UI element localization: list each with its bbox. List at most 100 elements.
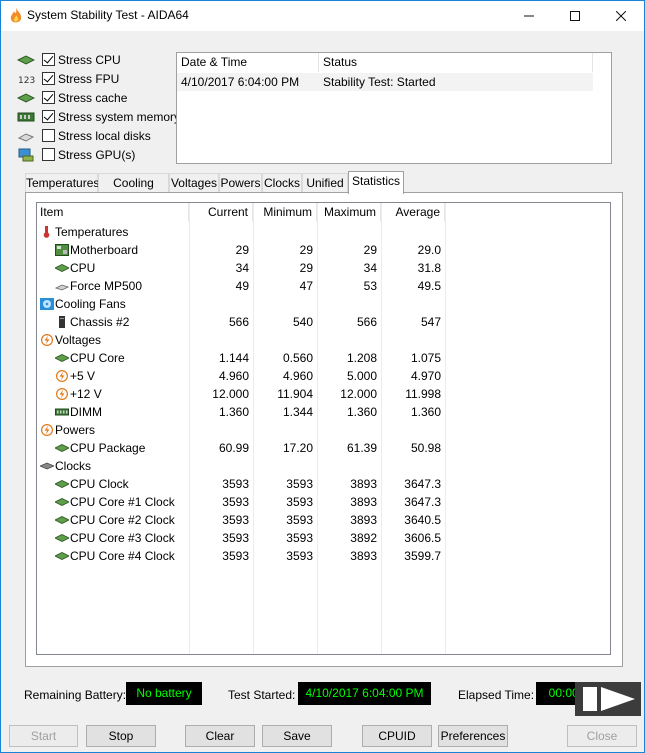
statistics-grid[interactable]: Item Current Minimum Maximum Average Tem… xyxy=(36,202,611,655)
tab-clocks[interactable]: Clocks xyxy=(262,173,302,193)
stability-test-window: System Stability Test - AIDA64 Stress CP… xyxy=(0,0,645,753)
stress-disks-option[interactable]: Stress local disks xyxy=(17,126,151,145)
row-label: CPU Core xyxy=(70,351,125,365)
stress-fpu-option[interactable]: 123 Stress FPU xyxy=(17,69,119,88)
status-log-table[interactable]: Date & Time Status 4/10/2017 6:04:00 PM … xyxy=(176,52,612,164)
average-value: 3647.3 xyxy=(404,495,441,509)
title-bar[interactable]: System Stability Test - AIDA64 xyxy=(1,1,644,31)
group-row[interactable]: Temperatures xyxy=(37,223,445,241)
table-row[interactable]: DIMM 1.360 1.344 1.360 1.360 xyxy=(37,403,445,421)
current-value: 3593 xyxy=(222,531,249,545)
start-button[interactable]: Start xyxy=(9,725,78,747)
stress-gpu-label: Stress GPU(s) xyxy=(58,147,136,162)
table-row[interactable]: CPU Clock 3593 3593 3893 3647.3 xyxy=(37,475,445,493)
window-title: System Stability Test - AIDA64 xyxy=(27,8,189,22)
tab-temperatures[interactable]: Temperatures xyxy=(25,173,99,193)
row-label: CPU Core #3 Clock xyxy=(70,531,175,545)
battery-value-display: No battery xyxy=(126,682,202,705)
table-row[interactable]: CPU 34 29 34 31.8 xyxy=(37,259,445,277)
column-divider xyxy=(445,203,446,654)
stress-gpu-option[interactable]: Stress GPU(s) xyxy=(17,145,135,164)
tab-statistics[interactable]: Statistics xyxy=(348,171,404,194)
row-label: Powers xyxy=(55,423,96,437)
maximize-button[interactable] xyxy=(552,1,598,31)
cpu-chip-icon xyxy=(55,444,69,452)
current-value: 4.960 xyxy=(218,369,249,383)
fan-icon xyxy=(40,298,54,310)
stress-gpu-checkbox[interactable] xyxy=(42,148,55,161)
group-row[interactable]: Powers xyxy=(37,421,445,439)
clear-button[interactable]: Clear xyxy=(185,725,255,747)
battery-label: Remaining Battery: xyxy=(24,688,127,702)
cpu-chip-icon xyxy=(55,552,69,560)
group-row[interactable]: Voltages xyxy=(37,331,445,349)
close-window-button[interactable] xyxy=(598,1,644,31)
table-row[interactable]: CPU Core #4 Clock 3593 3593 3893 3599.7 xyxy=(37,547,445,565)
minimize-button[interactable] xyxy=(506,1,552,31)
preferences-button[interactable]: Preferences xyxy=(438,725,508,747)
status-log-status: Stability Test: Started xyxy=(323,75,436,89)
average-value: 547 xyxy=(420,315,441,329)
group-row[interactable]: Clocks xyxy=(37,457,445,475)
stress-memory-label: Stress system memory xyxy=(58,109,181,124)
column-header-average[interactable]: Average xyxy=(381,203,445,222)
column-header-status[interactable]: Status xyxy=(319,53,593,72)
stress-cache-checkbox[interactable] xyxy=(42,91,55,104)
tab-unified[interactable]: Unified xyxy=(302,173,348,193)
table-row[interactable]: +12 V 12.000 11.904 12.000 11.998 xyxy=(37,385,445,403)
maximum-value: 3893 xyxy=(350,513,377,527)
maximum-value: 1.360 xyxy=(346,405,377,419)
close-button[interactable]: Close xyxy=(567,725,637,747)
close-icon xyxy=(616,11,626,21)
row-label: +5 V xyxy=(70,369,96,383)
column-header-item[interactable]: Item xyxy=(37,203,189,222)
average-value: 4.970 xyxy=(410,369,441,383)
maximum-value: 3893 xyxy=(350,495,377,509)
cpuid-button[interactable]: CPUID xyxy=(362,725,432,747)
maximum-value: 3892 xyxy=(350,531,377,545)
column-header-minimum[interactable]: Minimum xyxy=(253,203,317,222)
maximize-icon xyxy=(570,11,580,21)
column-header-current[interactable]: Current xyxy=(189,203,253,222)
table-row[interactable]: +5 V 4.960 4.960 5.000 4.970 xyxy=(37,367,445,385)
tab-cooling-fans[interactable]: Cooling Fans xyxy=(98,173,169,208)
save-button[interactable]: Save xyxy=(262,725,332,747)
cache-chip-icon xyxy=(16,91,36,105)
voltage-icon xyxy=(56,370,68,382)
maximum-value: 566 xyxy=(356,315,377,329)
table-row[interactable]: CPU Core #1 Clock 3593 3593 3893 3647.3 xyxy=(37,493,445,511)
minimum-value: 0.560 xyxy=(282,351,313,365)
tab-powers[interactable]: Powers xyxy=(219,173,262,193)
stress-memory-checkbox[interactable] xyxy=(42,110,55,123)
minimum-value: 540 xyxy=(292,315,313,329)
stress-fpu-checkbox[interactable] xyxy=(42,72,55,85)
stress-cache-label: Stress cache xyxy=(58,90,128,105)
table-row[interactable]: Force MP500 49 47 53 49.5 xyxy=(37,277,445,295)
table-row[interactable]: CPU Package 60.99 17.20 61.39 50.98 xyxy=(37,439,445,457)
average-value: 3647.3 xyxy=(404,477,441,491)
table-row[interactable]: CPU Core 1.144 0.560 1.208 1.075 xyxy=(37,349,445,367)
table-row[interactable]: CPU Core #2 Clock 3593 3593 3893 3640.5 xyxy=(37,511,445,529)
column-header-date-time[interactable]: Date & Time xyxy=(177,53,319,72)
fpu-123-icon: 123 xyxy=(17,72,35,86)
stress-cpu-checkbox[interactable] xyxy=(42,53,55,66)
stress-disks-checkbox[interactable] xyxy=(42,129,55,142)
stress-cpu-option[interactable]: Stress CPU xyxy=(16,50,121,69)
stress-memory-option[interactable]: Stress system memory xyxy=(17,107,180,126)
stress-cache-option[interactable]: Stress cache xyxy=(16,88,128,107)
table-row[interactable]: Chassis #2 566 540 566 547 xyxy=(37,313,445,331)
minimum-value: 3593 xyxy=(286,495,313,509)
stress-fpu-label: Stress FPU xyxy=(58,71,120,86)
tab-voltages[interactable]: Voltages xyxy=(169,173,219,193)
power-icon xyxy=(41,424,53,436)
table-row[interactable]: Motherboard 29 29 29 29.0 xyxy=(37,241,445,259)
group-row[interactable]: Cooling Fans xyxy=(37,295,445,313)
minimum-value: 29 xyxy=(299,261,313,275)
maximum-value: 12.000 xyxy=(340,387,377,401)
stop-button[interactable]: Stop xyxy=(86,725,156,747)
maximum-value: 5.000 xyxy=(346,369,377,383)
table-row[interactable]: CPU Core #3 Clock 3593 3593 3892 3606.5 xyxy=(37,529,445,547)
column-header-maximum[interactable]: Maximum xyxy=(317,203,381,222)
ssd-icon xyxy=(55,284,69,291)
row-label: CPU Core #1 Clock xyxy=(70,495,175,509)
